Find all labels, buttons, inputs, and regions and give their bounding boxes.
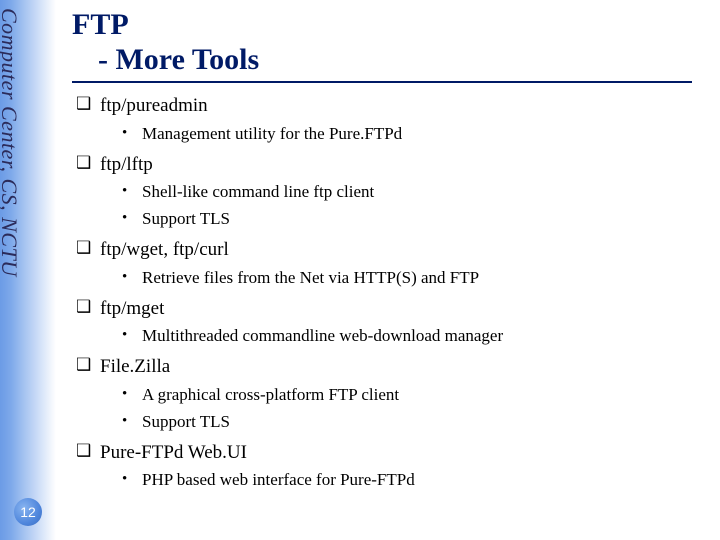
- list-item-label: ftp/mget: [100, 298, 164, 319]
- list-subitem: Retrieve files from the Net via HTTP(S) …: [72, 267, 710, 290]
- list-item-label: Pure-FTPd Web.UI: [100, 442, 247, 463]
- list-subitem: Support TLS: [72, 411, 710, 434]
- content: FTP - More Tools ftp/pureadmin Managemen…: [72, 8, 710, 492]
- list-subitem-label: Support TLS: [142, 412, 230, 431]
- list-item: ftp/mget: [72, 296, 710, 322]
- list-subitem: PHP based web interface for Pure-FTPd: [72, 469, 710, 492]
- page-number: 12: [20, 504, 36, 520]
- list-item: ftp/wget, ftp/curl: [72, 237, 710, 263]
- list-item-label: ftp/pureadmin: [100, 95, 208, 116]
- list-subitem-label: Support TLS: [142, 209, 230, 228]
- list-subitem: Management utility for the Pure.FTPd: [72, 123, 710, 146]
- slide: Computer Center, CS, NCTU 12 FTP - More …: [0, 0, 720, 540]
- list-subitem: Shell-like command line ftp client: [72, 181, 710, 204]
- list-item-label: File.Zilla: [100, 356, 170, 377]
- page-number-badge: 12: [14, 498, 42, 526]
- list-subitem-label: Shell-like command line ftp client: [142, 182, 374, 201]
- slide-title: FTP - More Tools: [72, 8, 710, 77]
- list-item-label: ftp/lftp: [100, 154, 153, 175]
- title-line-1: FTP: [72, 8, 710, 43]
- sidebar-label: Computer Center, CS, NCTU: [0, 8, 22, 277]
- list-subitem-label: Management utility for the Pure.FTPd: [142, 124, 402, 143]
- list-item: ftp/lftp: [72, 152, 710, 178]
- title-line-2: - More Tools: [72, 43, 710, 78]
- list-item: Pure-FTPd Web.UI: [72, 440, 710, 466]
- title-underline: [72, 81, 692, 83]
- list-subitem: Multithreaded commandline web-download m…: [72, 325, 710, 348]
- list-subitem-label: Multithreaded commandline web-download m…: [142, 326, 503, 345]
- list-subitem-label: A graphical cross-platform FTP client: [142, 385, 399, 404]
- list-subitem: A graphical cross-platform FTP client: [72, 384, 710, 407]
- list-item-label: ftp/wget, ftp/curl: [100, 239, 229, 260]
- body: ftp/pureadmin Management utility for the…: [72, 93, 710, 492]
- sidebar: Computer Center, CS, NCTU: [0, 0, 56, 540]
- list-subitem-label: Retrieve files from the Net via HTTP(S) …: [142, 268, 479, 287]
- list-item: ftp/pureadmin: [72, 93, 710, 119]
- list-subitem-label: PHP based web interface for Pure-FTPd: [142, 470, 415, 489]
- list-item: File.Zilla: [72, 354, 710, 380]
- list-subitem: Support TLS: [72, 208, 710, 231]
